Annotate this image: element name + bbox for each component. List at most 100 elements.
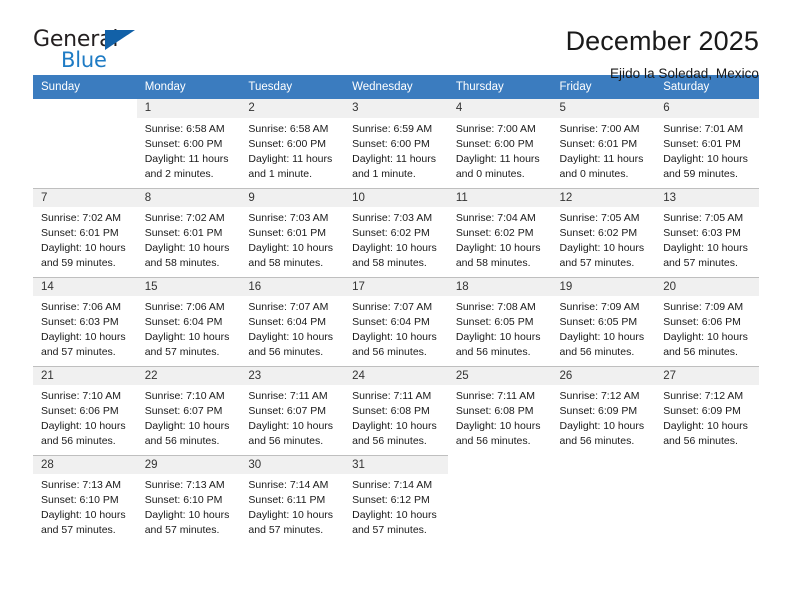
daylight-text-line1: Daylight: 11 hours [248,153,333,165]
daylight-text-line2: and 58 minutes. [455,257,531,269]
sunrise-text: Sunrise: 6:58 AM [144,123,225,135]
day-number: 26 [551,366,656,385]
day-cell[interactable]: 10 Sunrise: 7:03 AM Sunset: 6:02 PM Dayl… [344,188,448,277]
weekday-header-wednesday: Wednesday [344,75,448,99]
day-details: Sunrise: 6:59 AM Sunset: 6:00 PM Dayligh… [344,118,448,182]
day-details: Sunrise: 7:07 AM Sunset: 6:04 PM Dayligh… [344,296,448,360]
day-cell[interactable]: 20 Sunrise: 7:09 AM Sunset: 6:06 PM Dayl… [655,277,759,366]
daylight-text-line1: Daylight: 10 hours [352,331,437,343]
day-cell[interactable]: 23 Sunrise: 7:11 AM Sunset: 6:07 PM Dayl… [240,366,345,455]
daylight-text-line2: and 1 minute. [352,168,416,180]
day-cell[interactable]: 4 Sunrise: 7:00 AM Sunset: 6:00 PM Dayli… [447,99,552,188]
general-blue-logo[interactable]: General Blue [33,24,153,74]
daylight-text-line2: and 57 minutes. [41,524,116,536]
day-cell[interactable]: 13 Sunrise: 7:05 AM Sunset: 6:03 PM Dayl… [655,188,759,277]
day-details: Sunrise: 7:11 AM Sunset: 6:08 PM Dayligh… [344,385,448,449]
sunrise-text: Sunrise: 7:06 AM [144,301,225,313]
day-number: 11 [447,188,552,207]
daylight-text-line2: and 57 minutes. [144,346,220,358]
sunset-text: Sunset: 6:01 PM [663,138,741,150]
day-number: 8 [136,188,241,207]
day-number: 31 [344,455,448,474]
day-cell[interactable]: 26 Sunrise: 7:12 AM Sunset: 6:09 PM Dayl… [551,366,656,455]
sunrise-text: Sunrise: 7:08 AM [455,301,536,313]
day-cell[interactable]: 17 Sunrise: 7:07 AM Sunset: 6:04 PM Dayl… [344,277,448,366]
daylight-text-line2: and 58 minutes. [352,257,427,269]
day-cell[interactable]: 22 Sunrise: 7:10 AM Sunset: 6:07 PM Dayl… [136,366,241,455]
page-title: December 2025 [565,26,759,56]
day-details: Sunrise: 7:02 AM Sunset: 6:01 PM Dayligh… [33,207,137,271]
daylight-text-line2: and 0 minutes. [455,168,525,180]
day-number [552,455,656,474]
week-row: 1 Sunrise: 6:58 AM Sunset: 6:00 PM Dayli… [33,99,759,188]
week-row: 28 Sunrise: 7:13 AM Sunset: 6:10 PM Dayl… [33,455,759,544]
day-cell[interactable]: 6 Sunrise: 7:01 AM Sunset: 6:01 PM Dayli… [655,99,759,188]
sunset-text: Sunset: 6:03 PM [41,316,119,328]
daylight-text-line2: and 58 minutes. [144,257,220,269]
sunset-text: Sunset: 6:01 PM [144,227,223,239]
daylight-text-line2: and 57 minutes. [144,524,220,536]
day-cell[interactable]: 27 Sunrise: 7:12 AM Sunset: 6:09 PM Dayl… [655,366,759,455]
daylight-text-line1: Daylight: 10 hours [663,242,748,254]
daylight-text-line1: Daylight: 10 hours [455,420,541,432]
daylight-text-line1: Daylight: 11 hours [559,153,644,165]
day-cell[interactable]: 1 Sunrise: 6:58 AM Sunset: 6:00 PM Dayli… [136,99,241,188]
daylight-text-line1: Daylight: 10 hours [352,420,437,432]
daylight-text-line1: Daylight: 11 hours [144,153,229,165]
day-cell[interactable]: 2 Sunrise: 6:58 AM Sunset: 6:00 PM Dayli… [240,99,345,188]
day-cell[interactable]: 11 Sunrise: 7:04 AM Sunset: 6:02 PM Dayl… [447,188,552,277]
day-cell[interactable]: 30 Sunrise: 7:14 AM Sunset: 6:11 PM Dayl… [240,455,345,544]
daylight-text-line1: Daylight: 10 hours [352,509,437,521]
day-details: Sunrise: 7:09 AM Sunset: 6:05 PM Dayligh… [552,296,656,360]
day-cell[interactable]: 3 Sunrise: 6:59 AM Sunset: 6:00 PM Dayli… [344,99,448,188]
day-details: Sunrise: 7:13 AM Sunset: 6:10 PM Dayligh… [33,474,137,538]
day-cell[interactable]: 25 Sunrise: 7:11 AM Sunset: 6:08 PM Dayl… [447,366,552,455]
day-details: Sunrise: 7:08 AM Sunset: 6:05 PM Dayligh… [448,296,552,360]
day-number: 16 [240,277,345,296]
weekday-header-thursday: Thursday [447,75,552,99]
day-cell[interactable]: 7 Sunrise: 7:02 AM Sunset: 6:01 PM Dayli… [33,188,137,277]
sunset-text: Sunset: 6:08 PM [352,405,430,417]
sunset-text: Sunset: 6:01 PM [248,227,327,239]
daylight-text-line2: and 56 minutes. [352,346,427,358]
day-details: Sunrise: 7:13 AM Sunset: 6:10 PM Dayligh… [137,474,241,538]
day-cell[interactable]: 12 Sunrise: 7:05 AM Sunset: 6:02 PM Dayl… [551,188,656,277]
day-cell[interactable]: 8 Sunrise: 7:02 AM Sunset: 6:01 PM Dayli… [136,188,241,277]
day-cell[interactable]: 21 Sunrise: 7:10 AM Sunset: 6:06 PM Dayl… [33,366,137,455]
day-number [655,455,759,474]
sunset-text: Sunset: 6:08 PM [455,405,534,417]
daylight-text-line1: Daylight: 10 hours [663,420,748,432]
location-subtitle: Ejido la Soledad, Mexico [609,66,759,82]
day-cell[interactable]: 31 Sunrise: 7:14 AM Sunset: 6:12 PM Dayl… [344,455,448,544]
day-number: 20 [655,277,759,296]
day-cell[interactable]: 29 Sunrise: 7:13 AM Sunset: 6:10 PM Dayl… [136,455,241,544]
day-cell[interactable]: 15 Sunrise: 7:06 AM Sunset: 6:04 PM Dayl… [136,277,241,366]
day-cell[interactable]: 18 Sunrise: 7:08 AM Sunset: 6:05 PM Dayl… [447,277,552,366]
day-cell[interactable]: 28 Sunrise: 7:13 AM Sunset: 6:10 PM Dayl… [33,455,137,544]
day-number: 2 [240,99,345,118]
day-cell[interactable]: 9 Sunrise: 7:03 AM Sunset: 6:01 PM Dayli… [240,188,345,277]
day-number: 1 [136,99,241,118]
sunrise-text: Sunrise: 7:09 AM [663,301,744,313]
daylight-text-line1: Daylight: 10 hours [663,153,748,165]
day-number: 3 [344,99,448,118]
daylight-text-line2: and 57 minutes. [41,346,116,358]
daylight-text-line2: and 59 minutes. [41,257,116,269]
day-details: Sunrise: 7:00 AM Sunset: 6:01 PM Dayligh… [552,118,656,182]
daylight-text-line2: and 57 minutes. [352,524,427,536]
sunset-text: Sunset: 6:05 PM [559,316,638,328]
day-cell[interactable]: 14 Sunrise: 7:06 AM Sunset: 6:03 PM Dayl… [33,277,137,366]
day-cell[interactable]: 24 Sunrise: 7:11 AM Sunset: 6:08 PM Dayl… [344,366,448,455]
day-cell[interactable]: 16 Sunrise: 7:07 AM Sunset: 6:04 PM Dayl… [240,277,345,366]
daylight-text-line2: and 56 minutes. [41,435,116,447]
daylight-text-line2: and 56 minutes. [455,346,531,358]
day-details: Sunrise: 7:12 AM Sunset: 6:09 PM Dayligh… [552,385,656,449]
sunrise-text: Sunrise: 6:58 AM [248,123,329,135]
day-number: 10 [344,188,448,207]
daylight-text-line1: Daylight: 10 hours [352,242,437,254]
sunset-text: Sunset: 6:01 PM [559,138,638,150]
sunset-text: Sunset: 6:10 PM [41,494,119,506]
day-cell[interactable]: 19 Sunrise: 7:09 AM Sunset: 6:05 PM Dayl… [551,277,656,366]
sunrise-text: Sunrise: 7:13 AM [144,479,225,491]
day-cell[interactable]: 5 Sunrise: 7:00 AM Sunset: 6:01 PM Dayli… [551,99,656,188]
